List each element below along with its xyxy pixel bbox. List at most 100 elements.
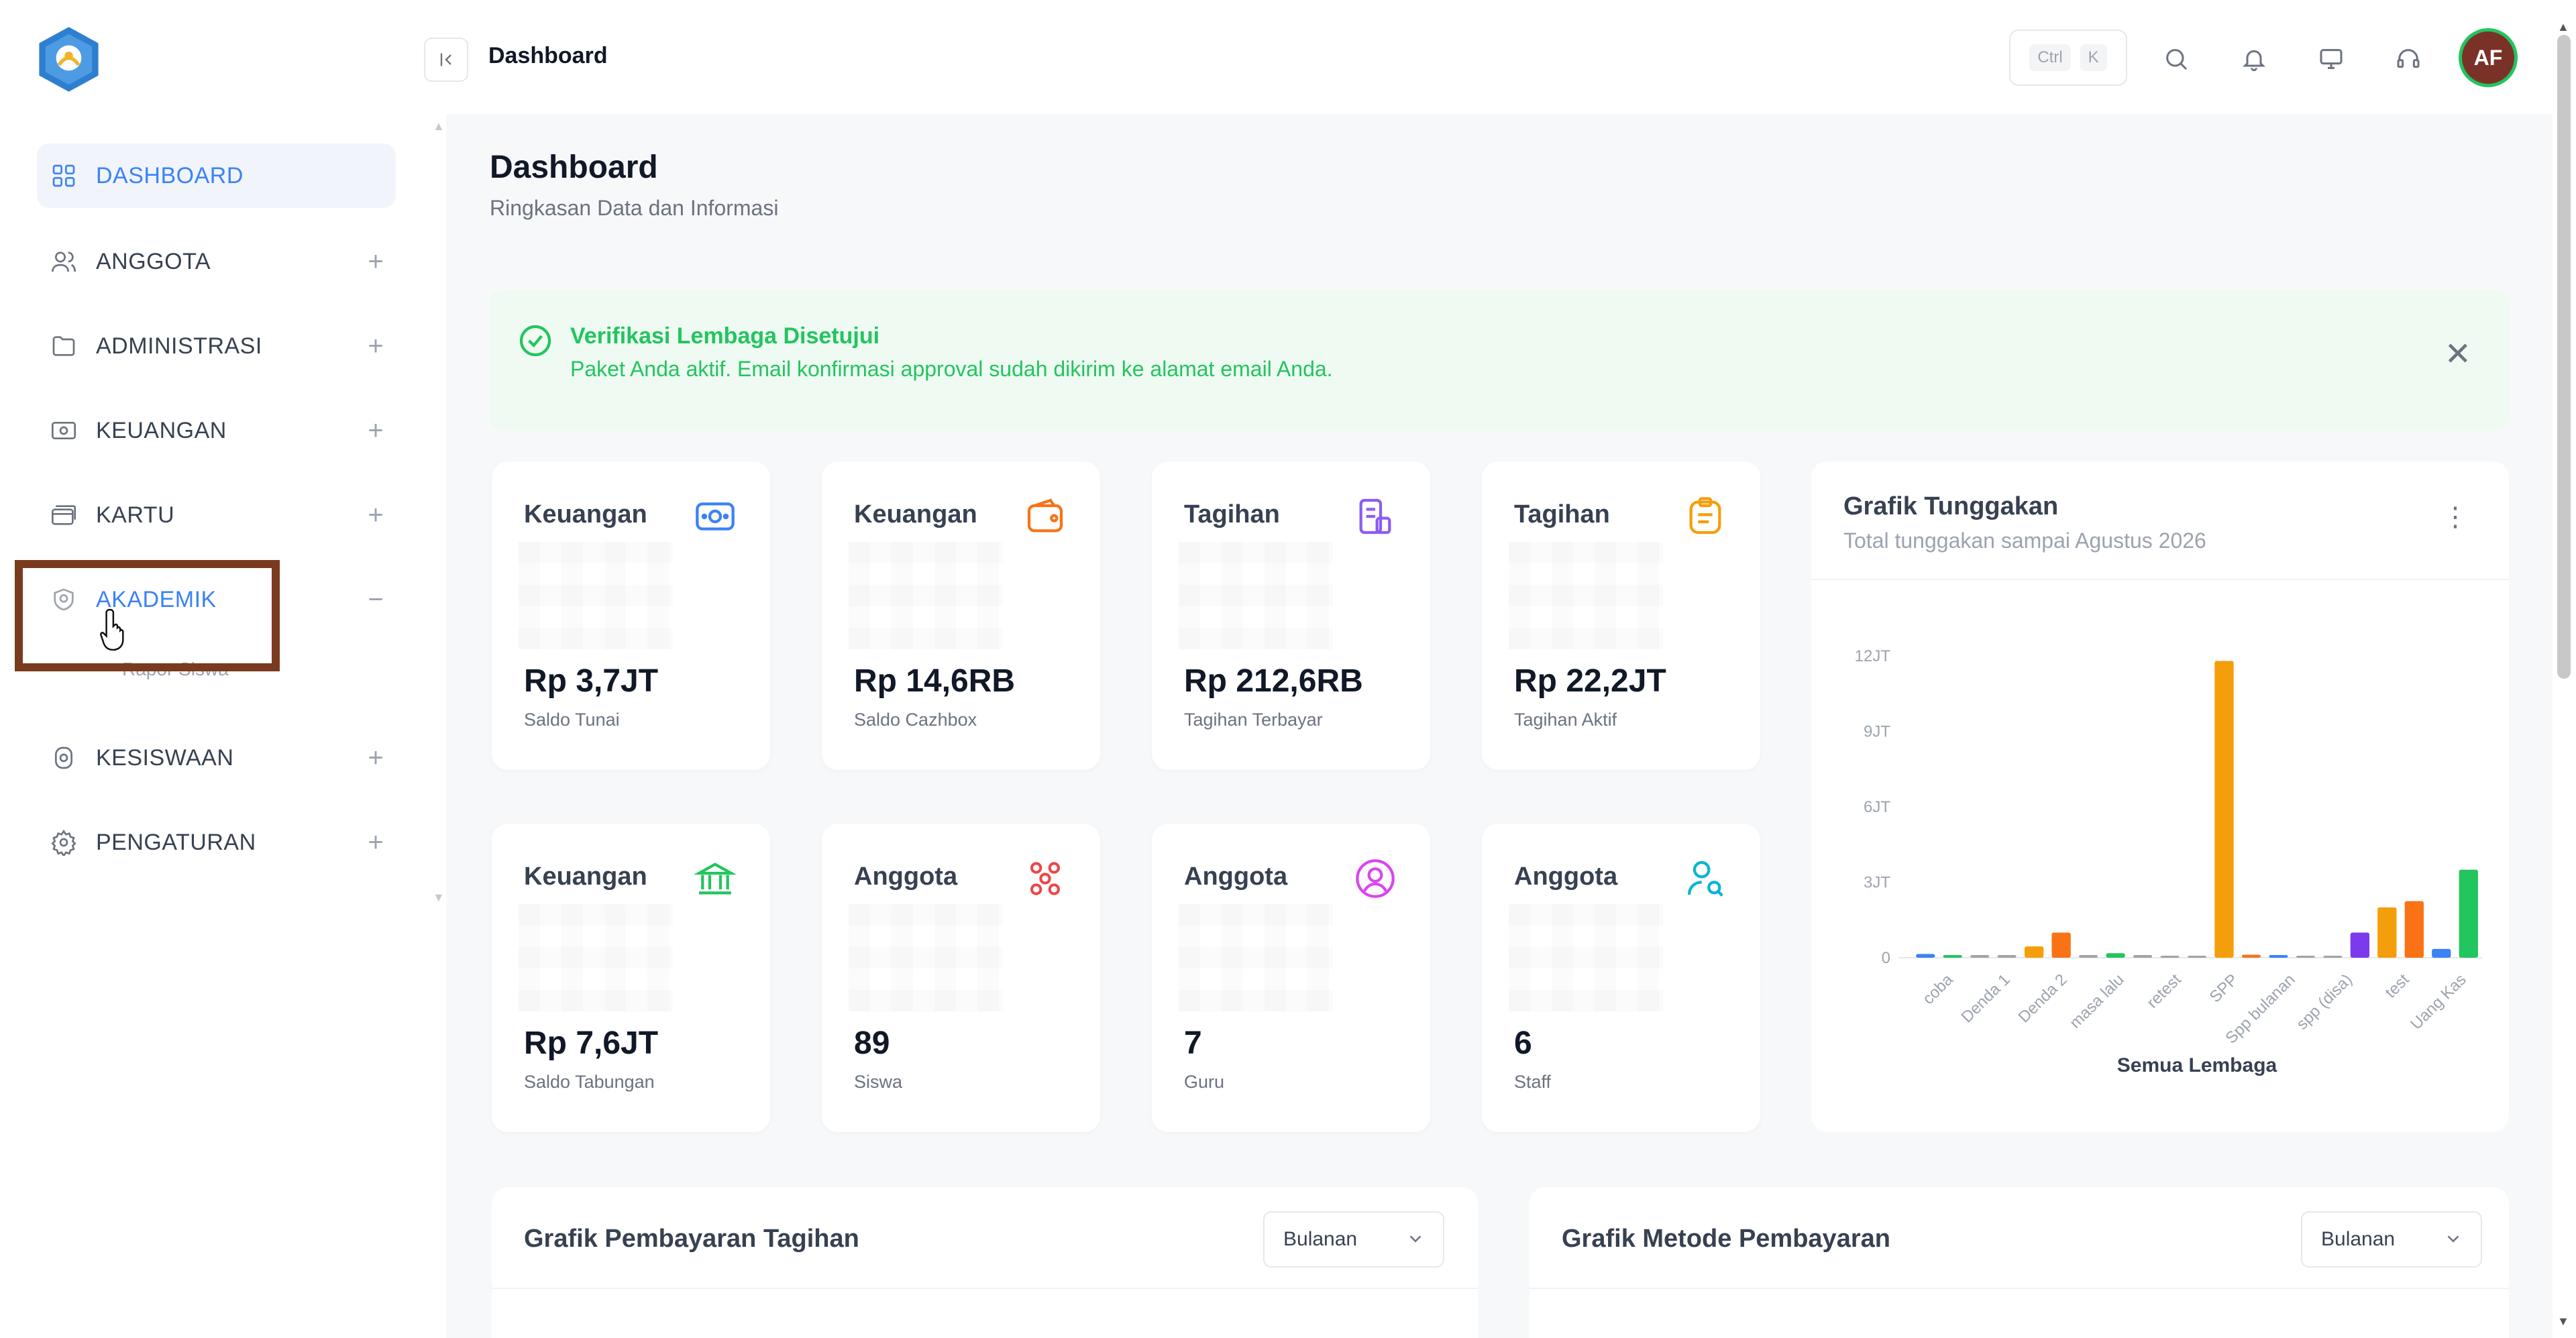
scrollbar[interactable] <box>2557 35 2571 679</box>
highlight-annotation <box>15 560 280 671</box>
chart-title: Grafik Metode Pembayaran <box>1562 1225 1890 1253</box>
stat-card[interactable]: Keuangan Rp 7,6JT Saldo Tabungan <box>492 824 770 1132</box>
sidebar-item-pengaturan[interactable]: PENGATURAN + <box>37 810 396 875</box>
card-value: Rp 212,6RB <box>1184 663 1363 699</box>
y-tick-label: 12JT <box>1855 647 1891 665</box>
stat-card[interactable]: Tagihan Rp 212,6RB Tagihan Terbayar <box>1152 461 1430 770</box>
expand-icon[interactable]: + <box>362 743 389 773</box>
bar <box>2241 954 2261 958</box>
scroll-up-icon[interactable]: ▲ <box>2557 20 2569 34</box>
card-label: Keuangan <box>524 500 647 528</box>
collapse-left-icon <box>440 53 451 66</box>
expand-icon[interactable]: + <box>362 331 389 361</box>
hand-cursor-icon <box>100 608 124 651</box>
bar <box>2296 956 2316 958</box>
stat-card[interactable]: Anggota 7 Guru <box>1152 824 1430 1132</box>
metode-chart-card: Grafik Metode Pembayaran Bulanan <box>1529 1187 2509 1338</box>
sidebar-collapse-button[interactable] <box>424 38 468 82</box>
sidebar-item-label: KARTU <box>96 502 175 528</box>
sidebar-item-kesiswaan[interactable]: KESISWAAN + <box>37 726 396 790</box>
users-icon <box>48 245 80 278</box>
stat-card[interactable]: Keuangan Rp 14,6RB Saldo Cazhbox <box>822 461 1100 770</box>
expand-icon[interactable]: + <box>362 828 389 858</box>
card-value: Rp 3,7JT <box>524 663 659 699</box>
success-alert: Verifikasi Lembaga Disetujui Paket Anda … <box>490 290 2509 431</box>
sidebar-item-label: ANGGOTA <box>96 248 211 274</box>
money-icon <box>690 491 741 542</box>
search-icon[interactable] <box>2157 40 2195 78</box>
period-select[interactable]: Bulanan <box>1263 1211 1444 1268</box>
tunggakan-bar-chart: 0 3JT 6JT 9JT 12JT coba Denda 1 Denda 2masa lal… <box>1855 647 2482 1076</box>
sidebar-item-label: ADMINISTRASI <box>96 333 262 359</box>
clipboard-icon <box>1680 491 1731 542</box>
breadcrumb-title: Dashboard <box>488 43 608 68</box>
sidebar-item-label: KESISWAAN <box>96 744 234 771</box>
tunggakan-chart-card: Grafik Tunggakan Total tunggakan sampai … <box>1811 461 2509 1132</box>
expand-icon[interactable]: + <box>362 247 389 277</box>
y-tick-label: 6JT <box>1864 798 1890 816</box>
bar <box>2160 956 2180 958</box>
y-tick-label: 0 <box>1882 949 1890 967</box>
avatar[interactable]: AF <box>2459 28 2518 87</box>
bar <box>2459 869 2478 958</box>
kbd-ctrl: Ctrl <box>2029 44 2071 71</box>
card-label: Keuangan <box>524 862 647 891</box>
expand-icon[interactable]: + <box>362 500 389 531</box>
bank-icon <box>690 853 741 904</box>
sidebar-scroll-up-icon[interactable]: ▲ <box>433 119 445 133</box>
card-value: Rp 22,2JT <box>1514 663 1666 699</box>
card-caption: Tagihan Terbayar <box>1184 710 1323 730</box>
sidebar-item-kartu[interactable]: KARTU + <box>37 483 396 547</box>
stat-card[interactable]: Anggota 6 Staff <box>1482 824 1760 1132</box>
sidebar-item-label: DASHBOARD <box>96 162 244 188</box>
alert-message: Paket Anda aktif. Email konfirmasi appro… <box>570 357 1333 381</box>
sidebar-item-dashboard[interactable]: DASHBOARD <box>37 144 396 208</box>
bell-icon[interactable] <box>2235 40 2273 78</box>
card-label: Anggota <box>854 862 958 891</box>
sidebar-item-keuangan[interactable]: KEUANGAN + <box>37 398 396 463</box>
bar <box>1970 955 1990 958</box>
scroll-down-icon[interactable]: ▼ <box>2557 1315 2569 1329</box>
support-icon[interactable] <box>2390 40 2427 78</box>
select-value: Bulanan <box>1283 1228 1358 1250</box>
bar <box>2106 953 2125 958</box>
bar <box>1997 955 2017 958</box>
bar <box>2377 907 2397 958</box>
expand-icon[interactable]: + <box>362 416 389 446</box>
bar <box>1943 955 1962 958</box>
x-tick-label: retest <box>2143 970 2185 1012</box>
bar <box>2187 956 2207 958</box>
sidebar-item-label: KEUANGAN <box>96 417 227 443</box>
card-label: Keuangan <box>854 500 977 528</box>
x-tick-label: masa lalu <box>2066 970 2128 1032</box>
card-caption: Saldo Tunai <box>524 710 620 730</box>
user-search-icon <box>1680 853 1731 904</box>
collapse-icon[interactable]: − <box>362 585 389 615</box>
sidebar-item-label: PENGATURAN <box>96 829 256 855</box>
sidebar-item-administrasi[interactable]: ADMINISTRASI + <box>37 314 396 378</box>
command-search-shortcut[interactable]: Ctrl K <box>2009 30 2127 86</box>
period-select[interactable]: Bulanan <box>2301 1211 2482 1268</box>
more-vertical-icon[interactable]: ⋮ <box>2442 502 2469 533</box>
sidebar-item-anggota[interactable]: ANGGOTA + <box>37 229 396 294</box>
close-icon[interactable]: ✕ <box>2445 335 2471 373</box>
card-label: Anggota <box>1514 862 1618 891</box>
bar <box>2404 901 2424 958</box>
monitor-icon[interactable] <box>2312 40 2350 78</box>
bar <box>1916 954 1935 958</box>
x-tick-label: test <box>2381 970 2413 1002</box>
card-caption: Saldo Cazhbox <box>854 710 977 730</box>
bar <box>2432 948 2451 958</box>
card-caption: Siswa <box>854 1072 903 1092</box>
stat-card[interactable]: Anggota 89 Siswa <box>822 824 1100 1132</box>
stat-card[interactable]: Tagihan Rp 22,2JT Tagihan Aktif <box>1482 461 1760 770</box>
sidebar-scroll-down-icon[interactable]: ▼ <box>433 891 445 905</box>
x-tick-label: Denda 1 <box>1957 970 2013 1026</box>
bar <box>2214 661 2234 958</box>
card-caption: Guru <box>1184 1072 1225 1092</box>
group-icon <box>1020 853 1071 904</box>
invoice-icon <box>1350 491 1401 542</box>
stat-card[interactable]: Keuangan Rp 3,7JT Saldo Tunai <box>492 461 770 770</box>
logo-icon[interactable] <box>34 24 104 95</box>
bar <box>2133 955 2153 958</box>
